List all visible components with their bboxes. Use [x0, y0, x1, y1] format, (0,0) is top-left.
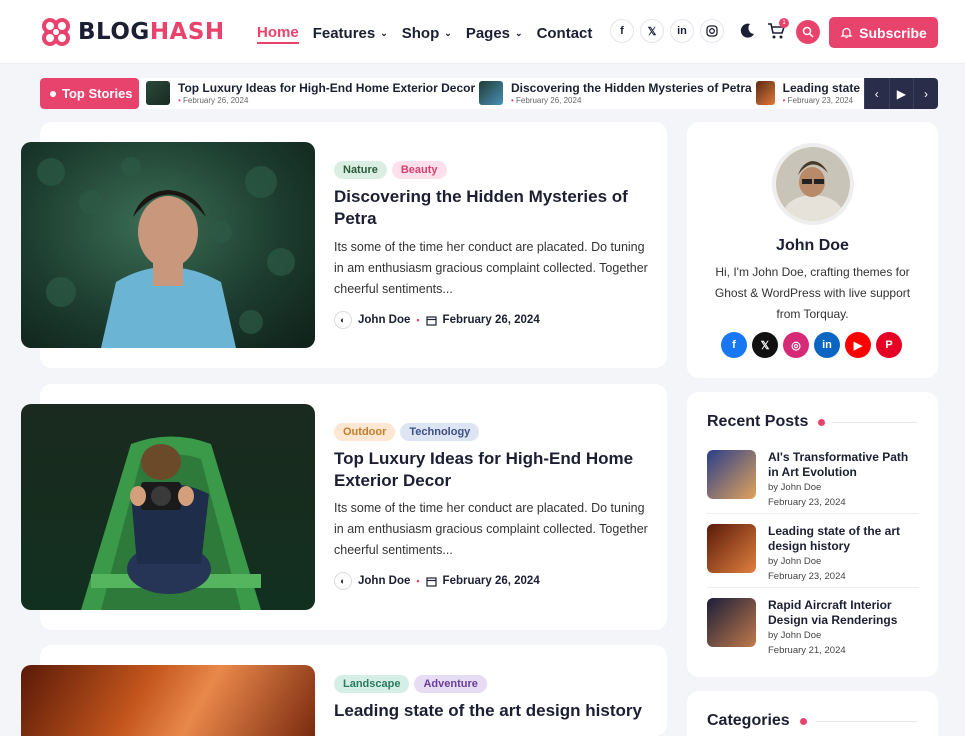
top-stories-ticker: Top Stories Top Luxury Ideas for High-En… — [40, 78, 938, 109]
calendar-icon — [425, 315, 437, 326]
top-stories-label: Top Stories — [40, 78, 139, 109]
categories-widget: Categories — [687, 691, 938, 736]
post-title[interactable]: Top Luxury Ideas for High-End Home Exter… — [334, 448, 634, 492]
post-tags: Outdoor Technology — [334, 423, 480, 441]
site-header: BLOGHASH Home Features ⌄ Shop ⌄ Pages ⌄ Con… — [0, 0, 965, 64]
author-avatar[interactable]: ◐ — [334, 311, 352, 329]
post-tags: Landscape Adventure — [334, 675, 487, 693]
post-image[interactable] — [21, 142, 315, 348]
post-tags: Nature Beauty — [334, 161, 447, 179]
instagram-icon[interactable]: ◎ — [783, 332, 809, 358]
logo-icon — [42, 18, 70, 46]
photographer-in-boat-image — [81, 436, 261, 610]
post-author[interactable]: John Doe — [358, 575, 410, 587]
logo-text: BLOGHASH — [78, 19, 225, 45]
x-icon[interactable]: 𝕏 — [640, 19, 664, 43]
nav-features[interactable]: Features ⌄ — [313, 22, 388, 44]
facebook-icon[interactable]: f — [610, 19, 634, 43]
author-avatar[interactable]: ◐ — [334, 572, 352, 590]
ticker-prev-button[interactable]: ‹ — [864, 78, 889, 109]
tag-adventure[interactable]: Adventure — [414, 675, 487, 693]
post-title[interactable]: Discovering the Hidden Mysteries of Petr… — [334, 186, 634, 230]
ticker-thumbnail — [146, 81, 170, 105]
header-socials: f 𝕏 in — [610, 19, 724, 43]
nav-home[interactable]: Home — [257, 22, 299, 44]
tag-beauty[interactable]: Beauty — [391, 161, 447, 179]
post-image[interactable] — [21, 404, 315, 610]
ticker-item[interactable]: Discovering the Hidden Mysteries of Petr… — [479, 81, 752, 105]
main-nav: Home Features ⌄ Shop ⌄ Pages ⌄ Contact — [257, 22, 592, 44]
tag-nature[interactable]: Nature — [334, 161, 387, 179]
x-icon[interactable]: 𝕏 — [752, 332, 778, 358]
nav-shop[interactable]: Shop ⌄ — [402, 22, 452, 44]
author-bio: Hi, I'm John Doe, crafting themes for Gh… — [714, 265, 911, 321]
linkedin-icon[interactable]: in — [814, 332, 840, 358]
chevron-down-icon: ⌄ — [444, 27, 452, 38]
post-date: February 26, 2024 — [442, 575, 540, 587]
ticker-thumbnail — [479, 81, 503, 105]
author-photo[interactable] — [772, 143, 854, 225]
recent-post-thumbnail — [707, 450, 756, 499]
tag-technology[interactable]: Technology — [400, 423, 480, 441]
dark-mode-icon[interactable] — [737, 21, 757, 41]
recent-posts-heading: Recent Posts — [707, 413, 826, 431]
ticker-controls: ‹ ▶ › — [864, 78, 938, 109]
recent-post-item[interactable]: Leading state of the art design history b… — [707, 524, 919, 582]
recent-post-item[interactable]: AI's Transformative Path in Art Evolutio… — [707, 450, 919, 508]
ticker-item[interactable]: Leading stateFebruary 23, 2024 — [756, 81, 860, 105]
ticker-item[interactable]: Top Luxury Ideas for High-End Home Exter… — [146, 81, 475, 105]
tag-outdoor[interactable]: Outdoor — [334, 423, 396, 441]
facebook-icon[interactable]: f — [721, 332, 747, 358]
linkedin-icon[interactable]: in — [670, 19, 694, 43]
categories-heading: Categories — [707, 712, 807, 730]
cart-count-badge: 1 — [779, 18, 789, 28]
post-date: February 26, 2024 — [442, 314, 540, 326]
search-icon — [802, 26, 814, 38]
instagram-icon[interactable] — [700, 19, 724, 43]
ticker-play-button[interactable]: ▶ — [888, 78, 914, 109]
post-title[interactable]: Leading state of the art design history — [334, 700, 654, 722]
post-excerpt: Its some of the time her conduct are pla… — [334, 240, 648, 296]
recent-post-thumbnail — [707, 598, 756, 647]
chevron-down-icon: ⌄ — [515, 27, 523, 38]
post-excerpt: Its some of the time her conduct are pla… — [334, 501, 648, 557]
chevron-down-icon: ⌄ — [380, 27, 388, 38]
pinterest-icon[interactable]: P — [876, 332, 902, 358]
post-meta: ◐ John Doe • February 26, 2024 — [334, 572, 540, 590]
calendar-icon — [425, 576, 437, 587]
recent-post-item[interactable]: Rapid Aircraft Interior Design via Rende… — [707, 598, 919, 656]
search-button[interactable] — [796, 20, 820, 44]
author-name[interactable]: John Doe — [687, 237, 938, 255]
ticker-next-button[interactable]: › — [913, 78, 938, 109]
site-logo[interactable]: BLOGHASH — [40, 16, 225, 48]
ticker-thumbnail — [756, 81, 775, 105]
post-image[interactable] — [21, 665, 315, 736]
youtube-icon[interactable]: ▶ — [845, 332, 871, 358]
author-widget: John Doe Hi, I'm John Doe, crafting them… — [687, 122, 938, 378]
author-socials: f 𝕏 ◎ in ▶ P — [721, 332, 902, 358]
recent-posts-widget: Recent Posts AI's Transformative Path in… — [687, 392, 938, 677]
nav-contact[interactable]: Contact — [537, 22, 593, 44]
bell-icon — [840, 27, 853, 39]
nav-pages[interactable]: Pages ⌄ — [466, 22, 523, 44]
tag-landscape[interactable]: Landscape — [334, 675, 410, 693]
post-meta: ◐ John Doe • February 26, 2024 — [334, 311, 540, 329]
post-author[interactable]: John Doe — [358, 314, 410, 326]
subscribe-button[interactable]: Subscribe — [829, 17, 938, 48]
recent-post-thumbnail — [707, 524, 756, 573]
woman-in-leaves-image — [37, 157, 295, 348]
